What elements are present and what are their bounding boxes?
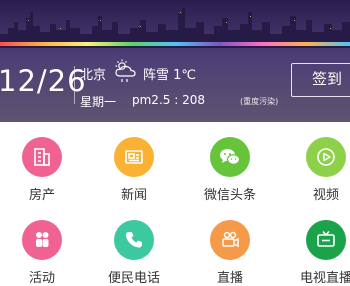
- people-icon: [22, 220, 62, 260]
- grid-item-tv-live[interactable]: 电视直播: [296, 220, 350, 286]
- newspaper-icon: [114, 137, 154, 177]
- weather-description: 阵雪 1℃: [143, 68, 197, 83]
- grid-item-service-phone[interactable]: 便民电话: [104, 220, 164, 286]
- weekday-label: 星期一: [80, 95, 117, 109]
- building-icon: [22, 137, 62, 177]
- grid-item-label: 便民电话: [107, 271, 160, 286]
- snow-cloud-icon: [115, 59, 136, 82]
- signin-button[interactable]: 签到: [291, 63, 350, 97]
- city-skyline-illustration: [0, 8, 350, 48]
- city-name: 北京: [80, 68, 107, 83]
- grid-item-news[interactable]: 新闻: [104, 137, 164, 203]
- grid-item-label: 直播: [216, 271, 243, 286]
- header-divider: [74, 66, 75, 104]
- play-icon: [306, 137, 346, 177]
- grid-item-live[interactable]: 直播: [200, 220, 260, 286]
- grid-item-events[interactable]: 活动: [12, 220, 72, 286]
- category-grid: 房产 新闻 微信头条 视频 活动 便民电话 直播 电视直播: [0, 122, 350, 286]
- signin-label: 签到: [312, 70, 343, 88]
- camera-icon: [210, 220, 250, 260]
- pm25-value: pm2.5 : 208: [132, 93, 205, 107]
- grid-item-label: 微信头条: [203, 188, 256, 203]
- wechat-icon: [210, 137, 250, 177]
- tv-icon: [306, 220, 346, 260]
- grid-item-label: 新闻: [120, 188, 147, 203]
- grid-item-wechat-headlines[interactable]: 微信头条: [200, 137, 260, 203]
- grid-item-label: 房产: [28, 188, 55, 203]
- grid-item-label: 视频: [312, 188, 339, 203]
- rainbow-strip: [0, 42, 350, 46]
- grid-item-video[interactable]: 视频: [296, 137, 350, 203]
- grid-item-label: 活动: [28, 271, 55, 286]
- header-banner: 12/26 北京 阵雪 1℃ 星期一 pm2.5 : 208 (重度污染) 签到: [0, 0, 350, 122]
- phone-icon: [114, 220, 154, 260]
- grid-item-real-estate[interactable]: 房产: [12, 137, 72, 203]
- grid-item-label: 电视直播: [299, 271, 350, 286]
- pollution-level-note: (重度污染): [240, 97, 279, 106]
